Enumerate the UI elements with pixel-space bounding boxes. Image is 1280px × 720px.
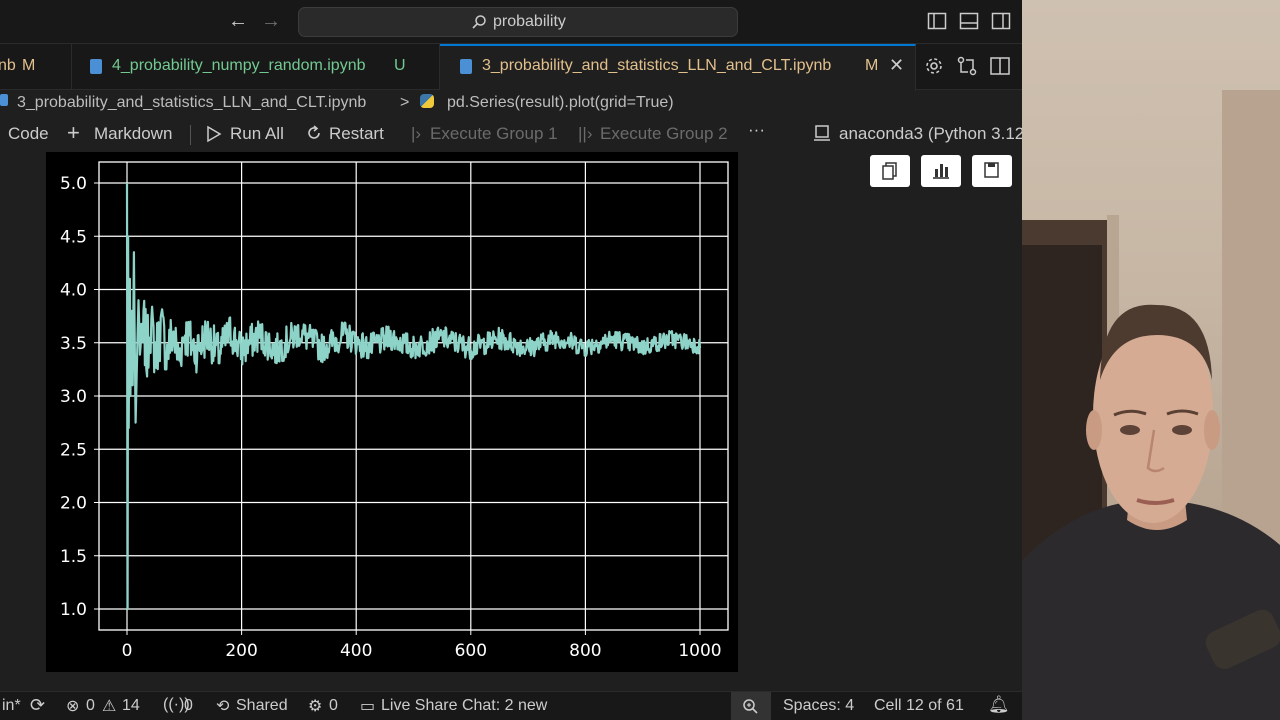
sync-icon[interactable]: ⟳ (30, 695, 45, 716)
branch-name[interactable]: in* (2, 697, 21, 715)
run-all-button[interactable]: Run All (230, 124, 284, 144)
tab-label: 4_probability_numpy_random.ipynb (112, 57, 366, 74)
y-tick-label: 3.0 (60, 387, 87, 407)
x-tick-label: 400 (340, 641, 372, 661)
back-arrow-icon[interactable]: ← (225, 8, 251, 34)
kernel-picker[interactable]: anaconda3 (Python 3.12 (839, 124, 1022, 144)
tab-3-probability-and-statistics-active[interactable]: 3_probability_and_statistics_LLN_and_CLT… (440, 44, 916, 91)
plus-icon: + (67, 120, 80, 145)
live-share-icon: ⟲ (216, 698, 230, 715)
extensions-count[interactable]: 0 (329, 697, 338, 715)
add-code-cell-button[interactable]: Code (8, 124, 49, 144)
tab-label: 3_probability_and_statistics_LLN_and_CLT… (482, 57, 832, 74)
x-tick-label: 1000 (678, 641, 721, 661)
breadcrumb-separator: > (400, 94, 410, 111)
ports-count[interactable]: 0 (184, 697, 193, 715)
cell-position-status[interactable]: Cell 12 of 61 (874, 697, 964, 715)
webcam-feed (1022, 0, 1280, 720)
tab-status-badge: M (865, 57, 879, 74)
close-icon[interactable]: ✕ (889, 55, 904, 76)
save-icon (984, 162, 999, 178)
chart-ticks: 0 200 400 600 800 1000 1.0 1.5 2.0 2.5 3.0 3.5 4.0 4.… (60, 174, 722, 661)
kernel-icon (814, 125, 830, 141)
vscode-window: ← → probability nb M 4_probability_numpy… (0, 0, 1022, 720)
tab-4-probability-numpy-random[interactable]: 4_probability_numpy_random.ipynb U (72, 44, 440, 90)
execute-group-1-icon: |› (411, 124, 422, 143)
cell-output-plot: 0 200 400 600 800 1000 1.0 1.5 2.0 2.5 3.0 3.5 4.0 4.… (46, 152, 738, 672)
chat-icon: ▭ (360, 698, 376, 715)
restart-icon (308, 125, 320, 139)
save-output-button[interactable] (972, 155, 1012, 187)
gear-icon[interactable] (923, 55, 945, 77)
toggle-secondary-sidebar-icon[interactable] (991, 11, 1011, 31)
python-icon (420, 94, 434, 108)
zoom-icon (743, 699, 758, 714)
x-tick-label: 800 (569, 641, 601, 661)
forward-arrow-icon[interactable]: → (258, 8, 284, 34)
y-tick-label: 2.5 (60, 440, 87, 460)
copy-output-button[interactable] (870, 155, 910, 187)
notification-bell-icon[interactable]: 🔔︎ (988, 695, 1010, 715)
x-tick-label: 600 (455, 641, 487, 661)
notebook-file-icon (0, 94, 8, 106)
y-tick-label: 2.0 (60, 494, 87, 514)
chart-grid (98, 161, 729, 631)
error-count[interactable]: 0 (86, 697, 95, 715)
compare-changes-icon[interactable] (956, 55, 978, 77)
presenter-photo (1022, 90, 1280, 720)
status-bar: in* ⟳ ⊗ 0 ⚠ 14 ((·)) 0 ⟲ Shared ⚙ 0 ▭ Li… (0, 691, 1022, 720)
extensions-icon: ⚙ (308, 698, 323, 715)
zoom-button[interactable] (731, 692, 771, 720)
execute-group-1-button[interactable]: Execute Group 1 (430, 124, 558, 144)
notebook-toolbar: Code + Markdown Run All Restart |› Execu… (0, 117, 1022, 151)
toggle-panel-icon[interactable] (959, 11, 979, 31)
x-tick-label: 0 (122, 641, 133, 661)
command-center-text: probability (493, 13, 566, 30)
warning-icon: ⚠ (102, 698, 117, 715)
x-tick-label: 200 (225, 641, 257, 661)
toggle-primary-sidebar-icon[interactable] (927, 11, 947, 31)
title-bar: ← → probability (0, 0, 1022, 44)
chart-icon (933, 164, 949, 179)
line-chart: 0 200 400 600 800 1000 1.0 1.5 2.0 2.5 3.0 3.5 4.0 4.… (60, 161, 729, 661)
live-share-chat[interactable]: Live Share Chat: 2 new (381, 697, 547, 715)
warning-count[interactable]: 14 (122, 697, 140, 715)
command-center-search[interactable]: probability (298, 7, 738, 37)
execute-group-2-icon: ||› (578, 124, 593, 143)
y-tick-label: 4.5 (60, 227, 87, 247)
indentation-status[interactable]: Spaces: 4 (783, 697, 854, 715)
copy-icon (882, 162, 897, 180)
add-markdown-cell-button[interactable]: Markdown (94, 124, 172, 144)
breadcrumb-file[interactable]: 3_probability_and_statistics_LLN_and_CLT… (17, 94, 366, 112)
search-icon (472, 15, 486, 29)
breadcrumb: 3_probability_and_statistics_LLN_and_CLT… (0, 90, 1022, 116)
toolbar-divider (190, 125, 191, 145)
tab-label: nb (0, 57, 16, 74)
error-icon: ⊗ (66, 698, 80, 715)
execute-group-2-button[interactable]: Execute Group 2 (600, 124, 728, 144)
y-tick-label: 1.0 (60, 600, 87, 620)
run-all-icon (207, 125, 222, 143)
more-actions-button[interactable]: ··· (748, 120, 765, 140)
tab-status-badge: M (22, 57, 36, 74)
open-in-plot-viewer-button[interactable] (921, 155, 961, 187)
notebook-file-icon (460, 59, 472, 74)
split-editor-icon[interactable] (989, 55, 1011, 77)
y-tick-label: 5.0 (60, 174, 87, 194)
y-tick-label: 3.5 (60, 334, 87, 354)
y-tick-label: 4.0 (60, 281, 87, 301)
tab-notebook-partial[interactable]: nb M (0, 44, 72, 90)
editor-tab-bar: nb M 4_probability_numpy_random.ipynb U … (0, 44, 1022, 91)
breadcrumb-cell[interactable]: pd.Series(result).plot(grid=True) (447, 94, 674, 112)
live-share-status[interactable]: Shared (236, 697, 288, 715)
notebook-file-icon (90, 59, 102, 74)
y-tick-label: 1.5 (60, 547, 87, 567)
tab-status-badge: U (394, 57, 406, 74)
restart-kernel-button[interactable]: Restart (329, 124, 384, 144)
